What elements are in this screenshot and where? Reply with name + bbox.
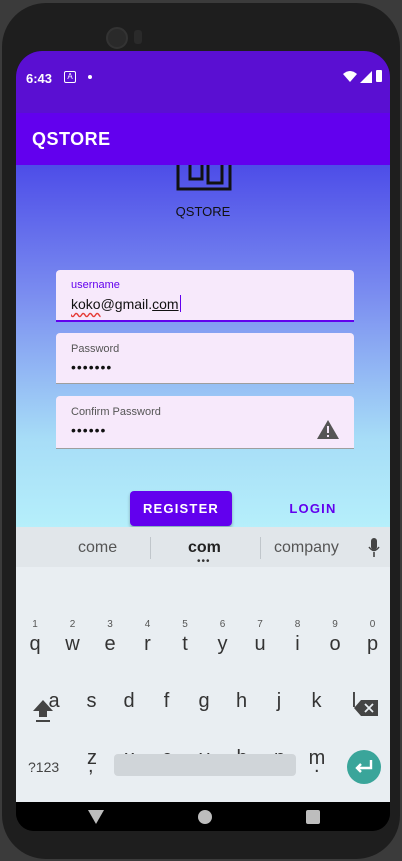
username-field[interactable]: username koko@gmail.com [56,270,354,322]
confirm-password-field[interactable]: Confirm Password •••••• [56,396,354,449]
key-label: g [198,690,210,712]
shift-icon[interactable] [32,699,54,723]
suggestion-com[interactable]: com [188,539,221,557]
key-label: o [329,633,341,655]
username-input[interactable]: koko@gmail.com [71,295,182,312]
key-h[interactable]: h [227,690,257,713]
key-label: f [163,690,170,712]
recents-icon[interactable] [306,810,320,824]
key-hint-0: 0 [369,619,376,630]
key-label: k [311,690,322,712]
key-d[interactable]: d [114,690,144,713]
navigation-bar [16,802,390,831]
key-s[interactable]: s [77,690,107,713]
phone-frame: 6:43 A QSTORE QSTORE username koko@gmail… [2,3,400,859]
enter-icon [355,760,373,773]
qstore-logo-icon [176,165,232,191]
key-hint-5: 5 [182,619,188,630]
key-hint-6: 6 [219,619,226,630]
username-value-local: koko [71,296,101,312]
signal-icon [360,71,372,83]
wifi-icon [343,71,357,82]
key-hint-8: 8 [294,619,301,630]
key-label: e [104,633,116,655]
key-f[interactable]: f [152,690,182,713]
key-p[interactable]: 0p [358,619,388,656]
key-hint-3: 3 [107,619,113,630]
battery-icon [376,70,382,82]
status-time: 6:43 [26,71,53,86]
suggestion-divider [260,537,261,559]
key-label: d [123,690,135,712]
register-button[interactable]: REGISTER [130,491,232,526]
status-bar: 6:43 A [16,51,390,113]
soft-keyboard: come com ••• company 1q2w3e4r5t6y7u8i9o0… [16,527,390,802]
username-value-domain: @gmail. [100,296,153,312]
suggestion-divider [150,537,151,559]
confirm-password-input[interactable]: •••••• [71,422,106,438]
home-icon[interactable] [198,810,212,824]
key-label: q [29,633,41,655]
enter-key[interactable] [347,750,381,784]
space-bar[interactable] [114,754,296,776]
key-i[interactable]: 8i [283,619,313,656]
key-hint-9: 9 [332,619,338,630]
text-cursor [179,295,182,312]
key-k[interactable]: k [302,690,332,713]
key-j[interactable]: j [264,690,294,713]
warning-icon [317,420,339,439]
comma-key[interactable]: , [88,755,94,778]
app-title: QSTORE [32,129,111,149]
login-button[interactable]: LOGIN [276,491,350,526]
key-q[interactable]: 1q [20,619,50,656]
key-label: i [295,633,300,655]
period-key[interactable]: . [314,755,320,778]
key-r[interactable]: 4r [133,619,163,656]
back-icon[interactable] [88,810,104,824]
app-bar: QSTORE [16,113,390,165]
microphone-icon[interactable] [368,538,380,558]
suggestion-company[interactable]: company [274,539,339,557]
key-o[interactable]: 9o [320,619,350,656]
username-value-tld: com [152,296,179,312]
password-field[interactable]: Password ••••••• [56,333,354,384]
key-label: j [276,690,282,712]
key-label: h [235,690,248,712]
key-hint-7: 7 [257,619,263,630]
key-label: p [366,633,379,655]
key-label: r [144,633,151,655]
device-screen: 6:43 A QSTORE QSTORE username koko@gmail… [16,51,390,831]
username-label: username [71,279,120,291]
register-form-area: QSTORE username koko@gmail.com Password … [16,165,390,531]
key-hint-1: 1 [32,619,38,630]
key-t[interactable]: 5t [170,619,200,656]
password-label: Password [71,343,120,355]
logo-label: QSTORE [175,204,231,219]
camera-lens [106,27,128,49]
key-label: u [254,633,266,655]
key-label: t [182,633,188,655]
password-input[interactable]: ••••••• [71,359,112,375]
key-e[interactable]: 3e [95,619,125,656]
key-label: s [86,690,97,712]
camera-sensor [134,30,142,44]
key-label: w [65,633,80,655]
backspace-icon[interactable] [354,700,378,716]
confirm-password-label: Confirm Password [71,406,161,418]
notification-a-icon: A [64,71,76,83]
key-hint-2: 2 [69,619,76,630]
key-y[interactable]: 6y [208,619,238,656]
key-u[interactable]: 7u [245,619,275,656]
notification-dot-icon [88,75,92,79]
key-g[interactable]: g [189,690,219,713]
key-w[interactable]: 2w [58,619,88,656]
suggestion-more-dots: ••• [197,556,211,567]
key-label: y [217,633,228,655]
suggestion-strip: come com ••• company [16,527,390,567]
symbols-key[interactable]: ?123 [28,759,59,775]
suggestion-come[interactable]: come [78,539,117,557]
key-hint-4: 4 [144,619,151,630]
